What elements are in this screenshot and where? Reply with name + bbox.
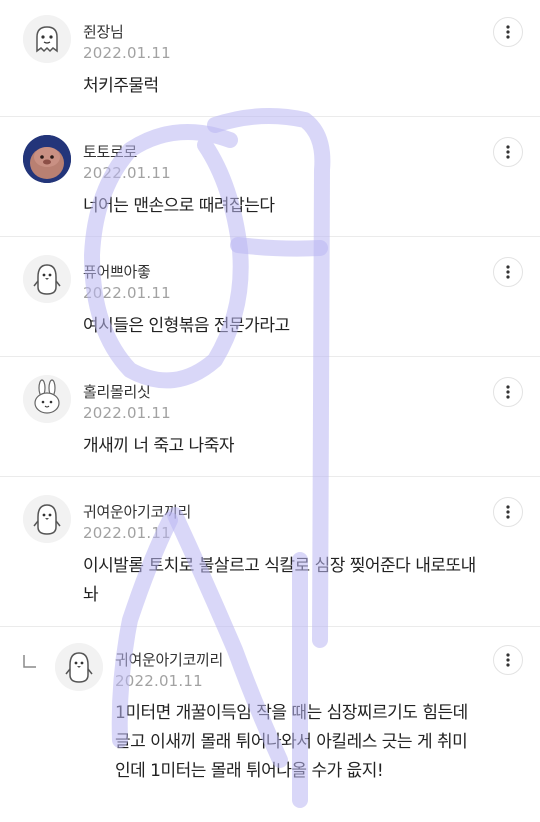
more-options-button[interactable]: [493, 17, 523, 47]
comment-item: 귀여운아기코끼리 2022.01.11 이시발롬 토치로 불살르고 식칼로 심장…: [0, 477, 540, 627]
comment-item: 퓨어쁘아좋 2022.01.11 여시들은 인형볶음 전문가라고: [0, 237, 540, 357]
comment-date: 2022.01.11: [83, 44, 171, 62]
comment-date: 2022.01.11: [83, 284, 171, 302]
more-vertical-icon: [506, 385, 510, 399]
comment-date: 2022.01.11: [83, 404, 171, 422]
more-vertical-icon: [506, 25, 510, 39]
penguin-avatar-icon: [55, 643, 103, 691]
more-vertical-icon: [506, 505, 510, 519]
reply-arrow-icon: [23, 655, 36, 668]
comment-item: 쥔장님 2022.01.11 처키주물럭: [0, 0, 540, 117]
comment-text: 개새끼 너 죽고 나죽자: [83, 436, 234, 456]
avatar[interactable]: [55, 643, 103, 691]
more-options-button[interactable]: [493, 137, 523, 167]
comment-author[interactable]: 토토로로: [83, 141, 137, 162]
comment-author[interactable]: 홀리몰리싯: [83, 381, 151, 402]
comment-text: 이시발롬 토치로 불살르고 식칼로 심장 찢어준다 내로또내놔: [83, 556, 476, 605]
reply-author[interactable]: 귀여운아기코끼리: [115, 649, 223, 670]
comment-author[interactable]: 귀여운아기코끼리: [83, 501, 191, 522]
comment-date: 2022.01.11: [83, 164, 171, 182]
avatar[interactable]: [23, 15, 71, 63]
comment-text: 처키주물럭: [83, 76, 159, 96]
comment-item: 홀리몰리싯 2022.01.11 개새끼 너 죽고 나죽자: [0, 357, 540, 477]
reply-item: 귀여운아기코끼리 2022.01.11 1미터면 개꿀이득임 작을 때는 심장찌…: [0, 627, 540, 822]
more-options-button[interactable]: [493, 257, 523, 287]
more-options-button[interactable]: [493, 497, 523, 527]
comment-date: 2022.01.11: [83, 524, 171, 542]
pink-character-avatar-icon: [23, 135, 71, 183]
penguin-avatar-icon: [23, 255, 71, 303]
comment-author[interactable]: 퓨어쁘아좋: [83, 261, 151, 282]
avatar[interactable]: [23, 495, 71, 543]
reply-text: 1미터면 개꿀이득임 작을 때는 심장찌르기도 힘든데 글고 이새끼 몰래 튀어…: [115, 703, 468, 781]
ghost-avatar-icon: [23, 15, 71, 63]
more-vertical-icon: [506, 145, 510, 159]
more-vertical-icon: [506, 653, 510, 667]
avatar[interactable]: [23, 255, 71, 303]
comment-text: 너어는 맨손으로 때려잡는다: [83, 196, 275, 216]
more-options-button[interactable]: [493, 377, 523, 407]
more-vertical-icon: [506, 265, 510, 279]
penguin-avatar-icon: [23, 495, 71, 543]
rabbit-avatar-icon: [23, 375, 71, 423]
comment-text: 여시들은 인형볶음 전문가라고: [83, 316, 290, 336]
comment-author[interactable]: 쥔장님: [83, 21, 124, 42]
comment-item: 토토로로 2022.01.11 너어는 맨손으로 때려잡는다: [0, 117, 540, 237]
avatar[interactable]: [23, 135, 71, 183]
avatar[interactable]: [23, 375, 71, 423]
more-options-button[interactable]: [493, 645, 523, 675]
reply-date: 2022.01.11: [115, 672, 203, 690]
